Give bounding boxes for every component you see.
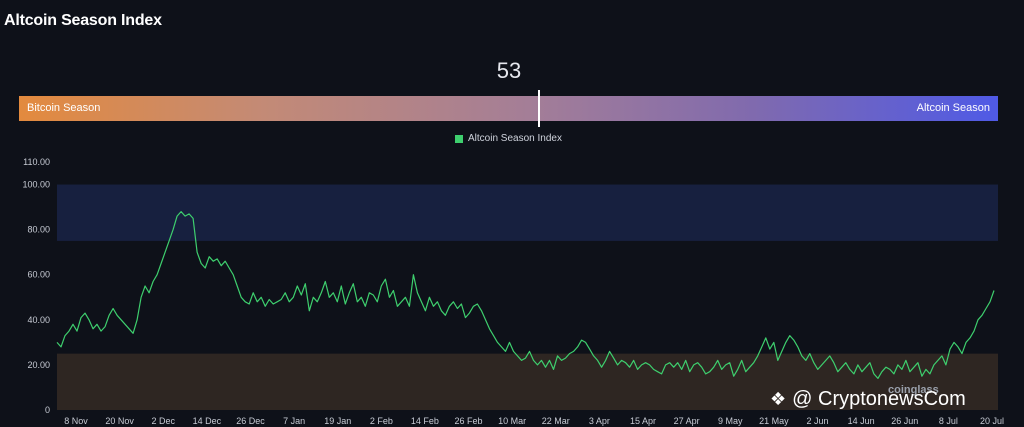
watermark-text: @ CryptonewsCom (792, 388, 966, 410)
x-tick-label: 8 Jul (939, 416, 958, 426)
x-tick-label: 20 Nov (105, 416, 134, 426)
x-tick-label: 3 Apr (589, 416, 610, 426)
x-tick-label: 14 Dec (193, 416, 222, 426)
x-tick-label: 14 Jun (848, 416, 875, 426)
y-tick-label: 100.00 (22, 180, 50, 190)
x-tick-label: 2 Jun (807, 416, 829, 426)
x-tick-label: 22 Mar (542, 416, 570, 426)
x-tick-label: 19 Jan (324, 416, 351, 426)
x-tick-label: 9 May (718, 416, 743, 426)
y-tick-label: 20.00 (27, 360, 50, 370)
y-tick-label: 40.00 (27, 315, 50, 325)
x-tick-label: 20 Jul (980, 416, 1004, 426)
y-tick-label: 110.00 (23, 157, 50, 167)
x-tick-label: 26 Feb (455, 416, 483, 426)
x-tick-label: 21 May (759, 416, 789, 426)
altcoin-season-chart[interactable]: 0 20.00 40.00 60.00 80.00 100.00 110.00 8 Nov 20… (0, 0, 1024, 427)
x-tick-label: 8 Nov (64, 416, 88, 426)
x-tick-label: 2 Feb (370, 416, 393, 426)
x-tick-label: 26 Dec (236, 416, 265, 426)
y-tick-label: 60.00 (27, 270, 50, 280)
y-tick-label: 80.00 (27, 225, 50, 235)
x-tick-label: 7 Jan (283, 416, 305, 426)
x-tick-label: 10 Mar (498, 416, 526, 426)
y-tick-label: 0 (45, 405, 50, 415)
x-tick-label: 14 Feb (411, 416, 439, 426)
x-tick-label: 26 Jun (891, 416, 918, 426)
altcoin-season-zone (57, 184, 998, 241)
diamond-logo-icon: ❖ (770, 389, 787, 409)
x-tick-label: 15 Apr (630, 416, 656, 426)
cryptonews-watermark: ❖ @ CryptonewsCom (770, 388, 966, 411)
x-tick-label: 2 Dec (151, 416, 175, 426)
x-tick-label: 27 Apr (674, 416, 700, 426)
